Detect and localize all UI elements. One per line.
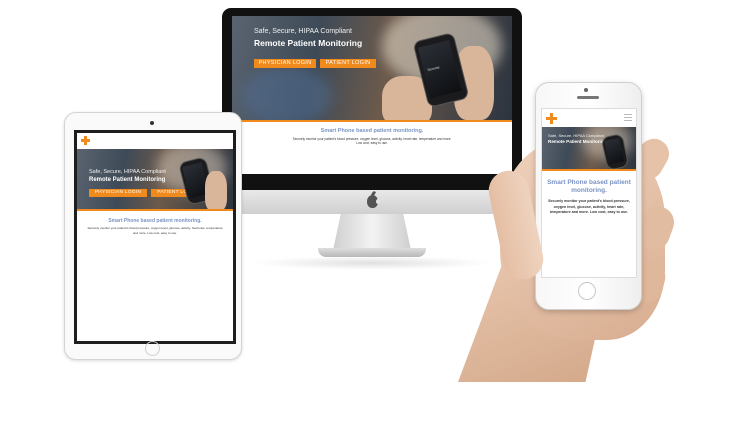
- hero-divider: [232, 120, 512, 122]
- ipad-hero-divider: [77, 209, 233, 211]
- ipad-hero-title: Remote Patient Monitoring: [89, 177, 166, 183]
- imac-shadow: [250, 256, 494, 270]
- hero-subtitle: Safe, Secure, HIPAA Compliant: [254, 28, 352, 35]
- imac-base: [318, 248, 426, 257]
- medical-cross-icon[interactable]: [81, 136, 90, 145]
- ipad-home-button[interactable]: [145, 341, 160, 356]
- physician-login-button[interactable]: PHYSICIAN LOGIN: [254, 59, 316, 68]
- hero-phone-brand: Remote: [427, 65, 441, 73]
- imac-stand: [333, 214, 411, 250]
- iphone-speaker: [577, 96, 599, 99]
- ipad-camera: [150, 121, 154, 125]
- iphone-tagline: Smart Phone based patient monitoring.: [547, 179, 631, 194]
- hero-phone-screen: Remote: [417, 40, 462, 99]
- iphone-hero-title: Remote Patient Monitoring: [548, 139, 607, 144]
- ipad-tagline: Smart Phone based patient monitoring.: [108, 218, 202, 224]
- ipad-hero-banner: Safe, Secure, HIPAA Compliant Remote Pat…: [77, 149, 233, 209]
- patient-login-button[interactable]: PATIENT LOGIN: [320, 59, 376, 68]
- iphone-camera: [584, 88, 588, 92]
- ipad-hero-subtitle: Safe, Secure, HIPAA Compliant: [89, 169, 166, 175]
- ipad-physician-login-button[interactable]: PHYSICIAN LOGIN: [89, 189, 147, 197]
- iphone-medical-cross-icon[interactable]: [546, 113, 557, 124]
- iphone-description: Securely monitor your patient's blood pr…: [548, 199, 630, 214]
- hero-banner: Safe, Secure, HIPAA Compliant Remote Pat…: [232, 16, 512, 120]
- description: Securely monitor your patient's blood pr…: [292, 137, 452, 145]
- iphone-hero-subtitle: Safe, Secure, HIPAA Compliant: [548, 133, 604, 138]
- ipad-hero-hand: [205, 171, 227, 209]
- iphone-header: [542, 109, 636, 127]
- iphone-hero-phone-screen: [604, 137, 625, 165]
- hamburger-menu-icon[interactable]: [624, 114, 632, 123]
- iphone-hero-divider: [542, 169, 636, 171]
- hero-title: Remote Patient Monitoring: [254, 38, 363, 48]
- imac-screen: Safe, Secure, HIPAA Compliant Remote Pat…: [232, 16, 512, 174]
- iphone-hero-banner: Safe, Secure, HIPAA Compliant Remote Pat…: [542, 127, 636, 169]
- ipad-description: Securely monitor your patient's blood pr…: [87, 226, 223, 235]
- iphone-home-button[interactable]: [578, 282, 596, 300]
- iphone-screen: Safe, Secure, HIPAA Compliant Remote Pat…: [541, 108, 637, 278]
- ipad-screen: Safe, Secure, HIPAA Compliant Remote Pat…: [74, 130, 236, 344]
- apple-logo-icon: [367, 195, 380, 208]
- hero-shadow: [242, 66, 332, 120]
- tagline: Smart Phone based patient monitoring.: [320, 128, 424, 134]
